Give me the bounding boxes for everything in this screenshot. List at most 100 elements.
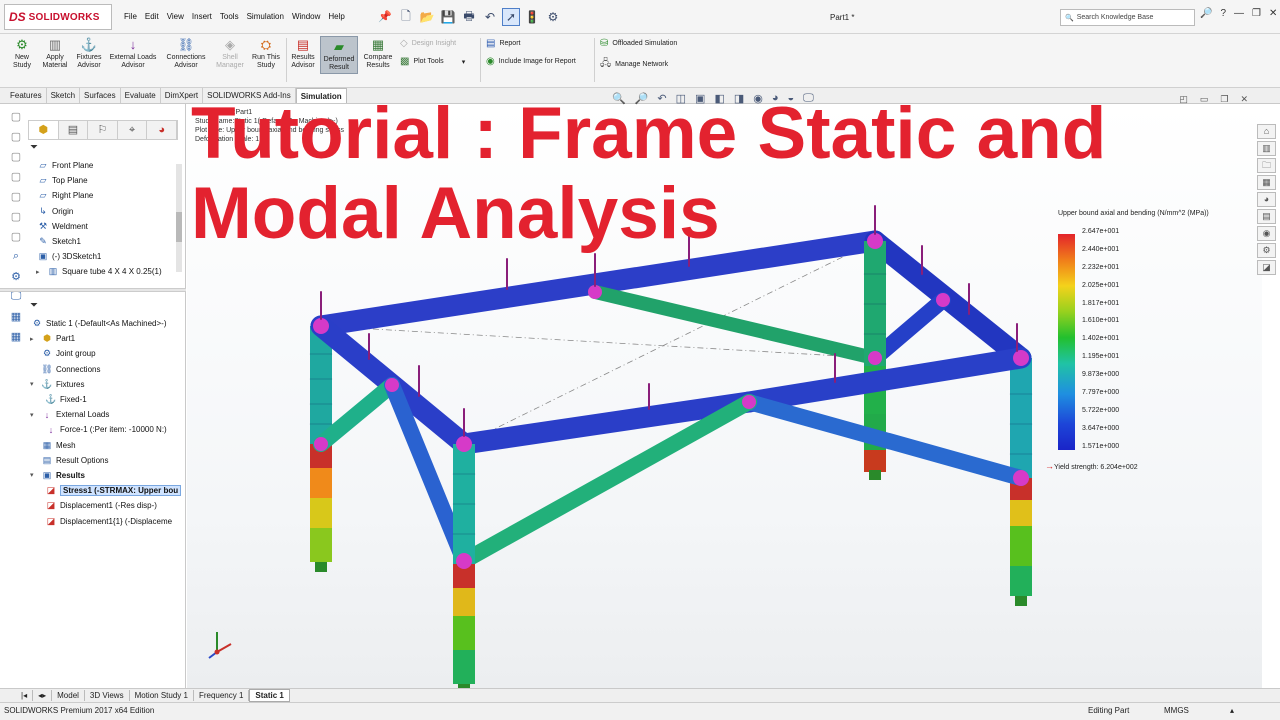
tab-model[interactable]: Model — [52, 690, 85, 701]
display-manager-tab-icon[interactable]: ◕ — [147, 121, 177, 139]
settings-icon[interactable]: ⚙ — [1257, 243, 1276, 258]
help-icon[interactable]: ? — [1220, 8, 1226, 19]
new-doc-icon[interactable]: 🗋 — [397, 8, 415, 26]
search-icon[interactable]: 🔎 — [1200, 8, 1212, 19]
part-icon[interactable]: ▢ — [6, 210, 26, 230]
tree-item-part[interactable]: ▸ ⬢ Part1 — [30, 331, 181, 346]
feature-manager-tab-icon[interactable]: ⬢ — [29, 121, 59, 139]
zoom-part-icon[interactable]: ⌕ — [6, 250, 26, 270]
dimxpert-manager-tab-icon[interactable]: ⌖ — [118, 121, 148, 139]
mesh-part-icon[interactable]: ▦ — [6, 310, 26, 330]
tree-item-square-tube[interactable]: ▸ ▥ Square tube 4 X 4 X 0.25(1) — [36, 264, 162, 279]
menu-tools[interactable]: Tools — [216, 9, 243, 24]
deformed-result-button[interactable]: ▰ Deformed Result — [320, 36, 358, 74]
menu-simulation[interactable]: Simulation — [243, 9, 288, 24]
tree-item-fixtures[interactable]: ▾ ⚓ Fixtures — [30, 377, 181, 392]
tree-item-front-plane[interactable]: ▱ Front Plane — [36, 158, 162, 173]
print-icon[interactable]: 🖶 — [460, 8, 478, 26]
connections-advisor-button[interactable]: ⛓ Connections Advisor — [162, 36, 210, 70]
external-loads-advisor-button[interactable]: ↓ External Loads Advisor — [107, 36, 159, 70]
offloaded-simulation-button[interactable]: ⛁ Offloaded Simulation — [600, 38, 677, 49]
new-study-button[interactable]: ⚙ New Study — [8, 36, 36, 70]
tree-item-right-plane[interactable]: ▱ Right Plane — [36, 188, 162, 203]
tree-item-mesh[interactable]: ▦ Mesh — [30, 438, 181, 453]
tree-item-external-loads[interactable]: ▾ ↓ External Loads — [30, 407, 181, 422]
mesh-part-icon[interactable]: ▦ — [6, 330, 26, 350]
tab-features[interactable]: Features — [6, 88, 47, 103]
tree-item-study[interactable]: ⚙ Static 1 (-Default<As Machined>-) — [30, 316, 181, 331]
manage-network-button[interactable]: 🖧 Manage Network — [600, 56, 668, 73]
tree-item-displacement2[interactable]: ◪ Displacement1{1} (-Displaceme — [30, 513, 181, 528]
collapse-arrow-icon[interactable]: ▾ — [30, 411, 40, 419]
tree-item-fixed-1[interactable]: ⚓ Fixed-1 — [30, 392, 181, 407]
tree-item-result-options[interactable]: ▤ Result Options — [30, 453, 181, 468]
view-palette-icon[interactable]: ▦ — [1257, 175, 1276, 190]
tree-item-joint-group[interactable]: ⚙ Joint group — [30, 346, 181, 361]
pane-splitter[interactable] — [0, 288, 186, 292]
design-insight-button[interactable]: ◇ Design Insight — [400, 38, 456, 49]
search-knowledge-base[interactable]: 🔍 Search Knowledge Base — [1060, 9, 1195, 26]
tree-item-3dsketch1[interactable]: ▣ (-) 3DSketch1 — [36, 249, 162, 264]
nav-first-icon[interactable]: |◂ — [16, 690, 34, 701]
units-menu-icon[interactable]: ▴ — [1230, 706, 1234, 715]
tree-item-displacement1[interactable]: ◪ Displacement1 (-Res disp-) — [30, 498, 181, 513]
library-icon[interactable]: ▥ — [1257, 141, 1276, 156]
run-this-study-button[interactable]: ⛭ Run This Study — [250, 36, 282, 70]
tab-surfaces[interactable]: Surfaces — [80, 88, 121, 103]
undo-icon[interactable]: ↶ — [481, 8, 499, 26]
plot-tools-button[interactable]: ▩ Plot Tools ▾ — [400, 56, 465, 67]
apply-material-button[interactable]: ▥ Apply Material — [40, 36, 70, 70]
tab-frequency[interactable]: Frequency 1 — [194, 690, 250, 701]
menu-help[interactable]: Help — [324, 9, 348, 24]
tab-motion-study[interactable]: Motion Study 1 — [130, 690, 194, 701]
compare-results-button[interactable]: ▦ Compare Results — [361, 36, 395, 70]
tree-scrollbar[interactable] — [176, 164, 182, 272]
solidworks-logo[interactable]: DS SOLIDWORKS — [4, 4, 112, 30]
file-explorer-icon[interactable]: 🗀 — [1257, 158, 1276, 173]
tree-item-origin[interactable]: ↳ Origin — [36, 204, 162, 219]
part-icon[interactable]: ▢ — [6, 230, 26, 250]
tree-item-weldment[interactable]: ⚒ Weldment — [36, 219, 162, 234]
pin-menu-icon[interactable]: 📌 — [378, 10, 392, 23]
fixtures-advisor-button[interactable]: ⚓ Fixtures Advisor — [73, 36, 105, 70]
sim-icon[interactable]: ⚙ — [6, 270, 26, 290]
open-icon[interactable]: 📂 — [418, 8, 436, 26]
select-arrow-icon[interactable]: ➚ — [502, 8, 520, 26]
results-icon[interactable]: ◪ — [1257, 260, 1276, 275]
tab-3d-views[interactable]: 3D Views — [85, 690, 130, 701]
expand-arrow-icon[interactable]: ▸ — [30, 335, 40, 343]
appearances-icon[interactable]: ◕ — [1257, 192, 1276, 207]
nav-prev-icon[interactable]: ◂▸ — [33, 690, 53, 701]
options-icon[interactable]: ⚙ — [544, 8, 562, 26]
menu-insert[interactable]: Insert — [188, 9, 216, 24]
collapse-arrow-icon[interactable]: ▾ — [30, 380, 40, 388]
results-advisor-button[interactable]: ▤ Results Advisor — [288, 36, 318, 70]
menu-window[interactable]: Window — [288, 9, 324, 24]
rebuild-icon[interactable]: 🚦 — [523, 8, 541, 26]
part-icon[interactable]: ▢ — [6, 190, 26, 210]
menu-file[interactable]: File — [120, 9, 141, 24]
graphics-area[interactable]: 🔍 🔎 ↶ ◫ ▣ ◧ ◨ ◉ ◕ ◒ 🖵 ◰ ▭ ❐ ✕ Model name… — [187, 92, 1262, 688]
part-icon[interactable]: ▢ — [6, 130, 26, 150]
minimize-icon[interactable]: — — [1234, 8, 1244, 19]
part-icon[interactable]: ▢ — [6, 170, 26, 190]
tree-item-stress1[interactable]: ◪ Stress1 (-STRMAX: Upper bou — [30, 483, 182, 498]
tree-item-sketch1[interactable]: ✎ Sketch1 — [36, 234, 162, 249]
tab-evaluate[interactable]: Evaluate — [121, 88, 161, 103]
configuration-manager-tab-icon[interactable]: ⚐ — [88, 121, 118, 139]
filter-icon[interactable]: ⏷ — [30, 300, 38, 311]
shell-manager-button[interactable]: ◈ Shell Manager — [213, 36, 247, 70]
tab-sketch[interactable]: Sketch — [47, 88, 81, 103]
part-icon[interactable]: ▢ — [6, 110, 26, 130]
tree-item-top-plane[interactable]: ▱ Top Plane — [36, 173, 162, 188]
monitor-icon[interactable]: 🖵 — [6, 290, 26, 310]
scrollbar-thumb[interactable] — [176, 212, 182, 242]
property-manager-tab-icon[interactable]: ▤ — [59, 121, 89, 139]
tree-item-force-1[interactable]: ↓ Force-1 (:Per item: -10000 N:) — [30, 422, 181, 437]
expand-arrow-icon[interactable]: ▸ — [36, 268, 46, 276]
status-units[interactable]: MMGS — [1164, 706, 1189, 715]
collapse-arrow-icon[interactable]: ▾ — [30, 471, 40, 479]
home-icon[interactable]: ⌂ — [1257, 124, 1276, 139]
report-button[interactable]: ▤ Report — [486, 38, 520, 49]
forum-icon[interactable]: ◉ — [1257, 226, 1276, 241]
